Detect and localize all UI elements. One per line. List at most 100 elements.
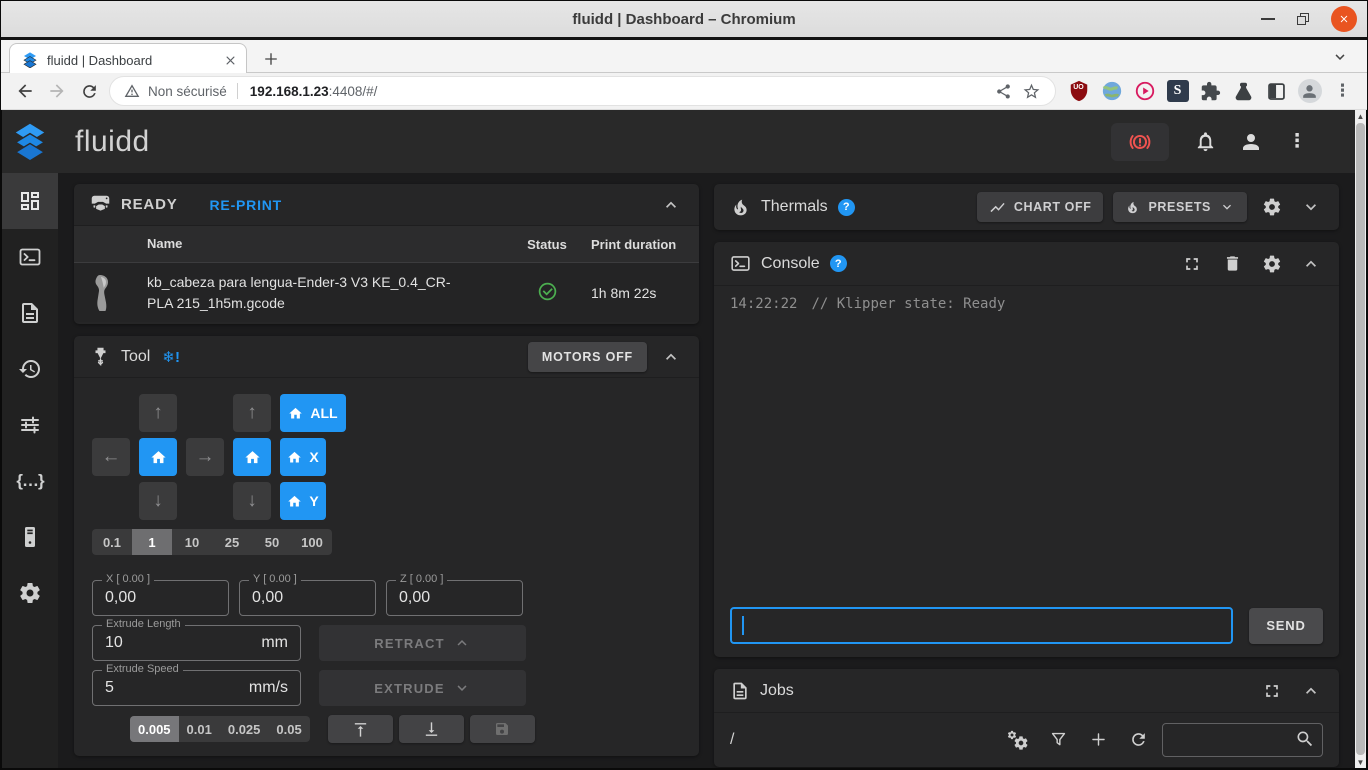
split-view-extension-icon[interactable] (1262, 76, 1292, 106)
home-y-button[interactable]: Y (280, 482, 326, 520)
motors-off-button[interactable]: MOTORS OFF (527, 341, 647, 372)
status-collapse-button[interactable] (657, 191, 685, 219)
extensions-puzzle-icon[interactable] (1196, 76, 1226, 106)
app-menu-icon[interactable]: ⋮ (1279, 124, 1315, 160)
window-restore-button[interactable] (1297, 13, 1309, 25)
globe-extension-icon[interactable] (1097, 76, 1127, 106)
play-circle-extension-icon[interactable] (1130, 76, 1160, 106)
part-fan-snowflake-icon[interactable]: ❄! (162, 348, 180, 366)
distance-1-button[interactable]: 1 (132, 529, 172, 555)
home-xy-button[interactable] (139, 438, 177, 476)
terminal-icon (730, 253, 751, 274)
distance-0.1-button[interactable]: 0.1 (92, 529, 132, 555)
zstep-0.005-button[interactable]: 0.005 (130, 716, 179, 742)
sidebar-item-history[interactable] (2, 341, 58, 397)
home-all-button[interactable]: ALL (280, 394, 346, 432)
back-button[interactable] (10, 76, 40, 106)
distance-10-button[interactable]: 10 (172, 529, 212, 555)
reprint-button[interactable]: RE-PRINT (210, 197, 283, 213)
page-scrollbar[interactable]: ▲ ▼ (1355, 110, 1366, 768)
jobs-collapse-button[interactable] (1297, 677, 1325, 705)
forward-button[interactable] (42, 76, 72, 106)
share-icon[interactable] (989, 77, 1017, 105)
distance-50-button[interactable]: 50 (252, 529, 292, 555)
jobs-fullscreen-icon[interactable] (1257, 676, 1287, 706)
console-command-input[interactable] (730, 607, 1233, 644)
scrollbar-thumb[interactable] (1356, 123, 1365, 755)
distance-25-button[interactable]: 25 (212, 529, 252, 555)
bookmark-star-icon[interactable] (1017, 77, 1045, 105)
not-secure-warning-icon[interactable] (124, 83, 140, 99)
sidebar-item-configure[interactable]: {…} (2, 453, 58, 509)
jobs-search-input[interactable] (1162, 722, 1323, 757)
sidebar-item-settings[interactable] (2, 565, 58, 621)
extrude-speed-field[interactable]: Extrude Speed 5 mm/s (92, 663, 301, 706)
console-collapse-button[interactable] (1297, 250, 1325, 278)
zstep-0.025-button[interactable]: 0.025 (220, 716, 269, 742)
new-tab-button[interactable] (257, 45, 285, 73)
jog-z-minus-button[interactable]: ↓ (233, 482, 271, 520)
notifications-bell-icon[interactable] (1187, 124, 1223, 160)
tab-search-chevron-icon[interactable] (1331, 48, 1349, 66)
retract-button[interactable]: RETRACT (319, 625, 526, 661)
jog-x-plus-button[interactable]: → (186, 438, 224, 476)
home-z-button[interactable] (233, 438, 271, 476)
scrollbar-down-arrow[interactable]: ▼ (1355, 756, 1366, 768)
z-offset-save-button[interactable] (469, 715, 535, 743)
jobs-settings-cogs-icon[interactable] (1002, 724, 1034, 756)
jobs-refresh-icon[interactable] (1122, 724, 1154, 756)
help-icon[interactable]: ? (837, 198, 855, 216)
z-offset-down-button[interactable] (398, 715, 464, 743)
y-position-field[interactable]: Y [ 0.00 ] 0,00 (239, 573, 376, 616)
browser-tab[interactable]: fluidd | Dashboard (9, 43, 247, 76)
jog-y-minus-button[interactable]: ↓ (139, 482, 177, 520)
sidebar-item-dashboard[interactable] (2, 173, 58, 229)
thermals-expand-button[interactable] (1297, 193, 1325, 221)
job-row[interactable]: kb_cabeza para lengua-Ender-3 V3 KE_0.4_… (74, 262, 699, 322)
jog-x-minus-button[interactable]: ← (92, 438, 130, 476)
z-position-field[interactable]: Z [ 0.00 ] 0,00 (386, 573, 523, 616)
sidebar-item-console[interactable] (2, 229, 58, 285)
profile-avatar[interactable] (1295, 76, 1325, 106)
sidebar-item-tune[interactable] (2, 397, 58, 453)
presets-button[interactable]: PRESETS (1113, 192, 1247, 222)
tab-close-icon[interactable] (223, 53, 238, 68)
app-title: fluidd (75, 124, 150, 158)
flask-extension-icon[interactable] (1229, 76, 1259, 106)
console-settings-gear-icon[interactable] (1257, 249, 1287, 279)
console-fullscreen-icon[interactable] (1177, 249, 1207, 279)
reload-button[interactable] (74, 76, 104, 106)
address-bar[interactable]: Non sécurisé 192.168.1.23 :4408/#/ (109, 76, 1056, 106)
ublock-extension-icon[interactable]: UO (1064, 76, 1094, 106)
tool-collapse-button[interactable] (657, 343, 685, 371)
home-x-button[interactable]: X (280, 438, 326, 476)
z-offset-up-button[interactable] (327, 715, 393, 743)
jobs-add-icon[interactable] (1082, 724, 1114, 756)
x-position-field[interactable]: X [ 0.00 ] 0,00 (92, 573, 229, 616)
help-icon[interactable]: ? (829, 255, 847, 272)
browser-menu-icon[interactable]: ⋮ (1328, 76, 1358, 106)
jog-z-plus-button[interactable]: ↑ (233, 394, 271, 432)
fluidd-logo[interactable] (2, 110, 58, 173)
jobs-filter-icon[interactable] (1042, 724, 1074, 756)
security-label[interactable]: Non sécurisé (148, 84, 227, 99)
jog-y-plus-button[interactable]: ↑ (139, 394, 177, 432)
zstep-0.01-button[interactable]: 0.01 (179, 716, 220, 742)
tab-title: fluidd | Dashboard (47, 52, 153, 68)
scrollbar-up-arrow[interactable]: ▲ (1355, 110, 1366, 122)
window-minimize-button[interactable] (1261, 18, 1275, 20)
sidebar-item-system[interactable] (2, 509, 58, 565)
chart-toggle-button[interactable]: CHART OFF (976, 192, 1104, 222)
extrude-button[interactable]: EXTRUDE (319, 670, 526, 706)
extrude-length-field[interactable]: Extrude Length 10 mm (92, 618, 301, 661)
send-button[interactable]: SEND (1249, 607, 1323, 644)
thermals-settings-gear-icon[interactable] (1257, 192, 1287, 222)
emergency-stop-button[interactable] (1111, 122, 1169, 161)
window-close-button[interactable] (1331, 6, 1357, 32)
console-clear-trash-icon[interactable] (1217, 249, 1247, 279)
s-extension-icon[interactable]: S (1163, 76, 1193, 106)
distance-100-button[interactable]: 100 (292, 529, 332, 555)
sidebar-item-jobs[interactable] (2, 285, 58, 341)
zstep-0.05-button[interactable]: 0.05 (268, 716, 309, 742)
user-account-icon[interactable] (1233, 124, 1269, 160)
